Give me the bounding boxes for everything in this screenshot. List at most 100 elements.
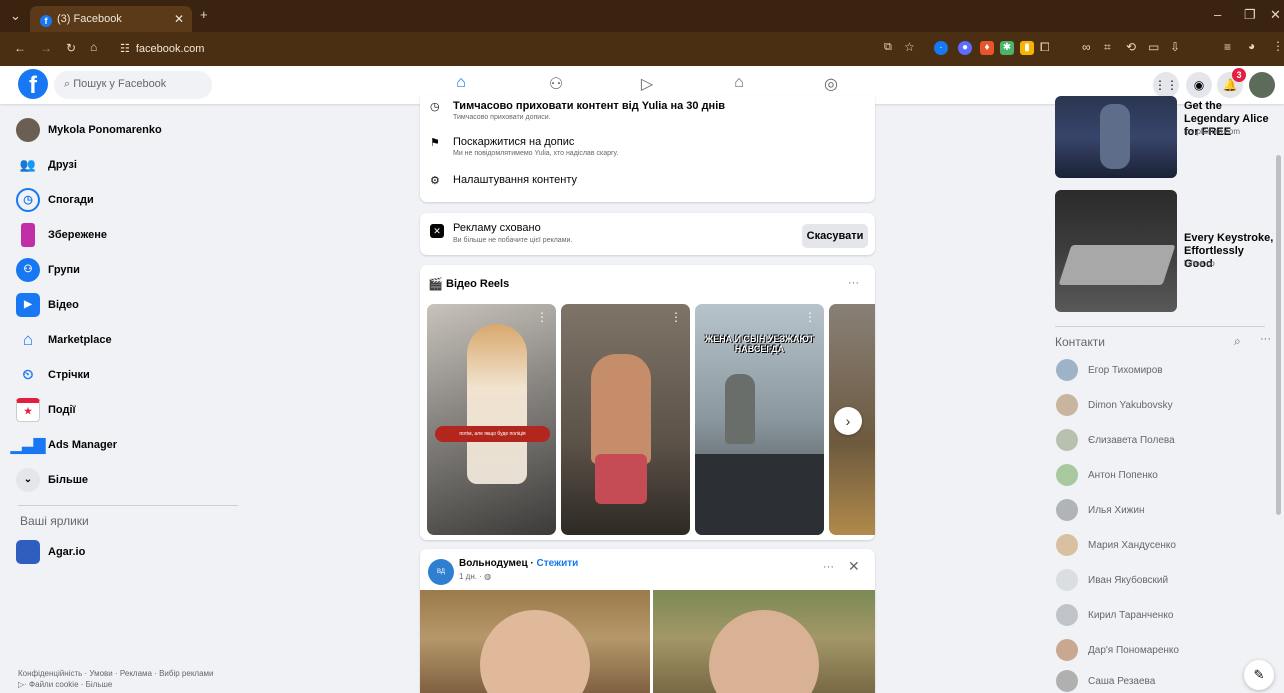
post-close-icon[interactable]: ✕ <box>848 558 860 575</box>
facebook-logo-icon[interactable]: f <box>18 69 48 99</box>
site-info-icon[interactable]: ☷ <box>120 43 130 55</box>
groups-icon: ⚇ <box>16 257 40 282</box>
new-tab-button[interactable]: + <box>200 7 208 22</box>
split-view-icon[interactable]: ▭ <box>1148 40 1159 54</box>
reel-more-icon[interactable]: ⋮ <box>670 310 682 324</box>
menu-item-content-settings[interactable]: ⚙ Налаштування контенту <box>430 174 577 187</box>
tab-groups[interactable]: ◎ <box>820 74 842 96</box>
sidebar-item-label: Події <box>48 403 76 416</box>
sidebar-item-memories[interactable]: ◷ Спогади <box>10 182 250 217</box>
sidebar-item-marketplace[interactable]: ⌂ Marketplace <box>10 322 250 357</box>
post-author-avatar[interactable]: ВД <box>428 559 454 585</box>
extension-puzzle-icon[interactable]: ✱ <box>1000 41 1014 55</box>
reels-more-icon[interactable]: ··· <box>848 277 859 289</box>
reel-item[interactable]: потім, але якщо буде поліція ⋮ <box>427 304 556 535</box>
sidebar-item-friends[interactable]: 👥 Друзі <box>10 147 250 182</box>
ads-manager-chart-icon: ▁▃▇ <box>10 436 46 454</box>
reel-caption: потім, але якщо буде поліція <box>435 426 550 442</box>
tab-video[interactable]: ▷ <box>636 74 658 96</box>
contact-item[interactable]: Иван Якубовский <box>1056 568 1168 592</box>
shortcut-agario[interactable]: Agar.io <box>10 534 250 569</box>
reel-item[interactable]: ⋮ <box>561 304 690 535</box>
tab-home[interactable]: ⌂ <box>450 74 472 96</box>
sidebar-item-profile[interactable]: Mykola Ponomarenko <box>10 112 250 147</box>
post-card: ВД Вольнодумец · Стежити 1 дн. · ◍ ··· ✕ <box>420 549 875 693</box>
extension-yellow-icon[interactable]: ▮ <box>1020 41 1034 55</box>
video-nav-icon: ▷ <box>640 76 654 93</box>
cancel-button[interactable]: Скасувати <box>802 224 868 248</box>
extension-fire-icon[interactable]: ♦ <box>980 41 994 55</box>
home-icon[interactable]: ⌂ <box>90 40 97 54</box>
sidebar-item-events[interactable]: ★ Події <box>10 392 250 427</box>
reel-item[interactable]: ЖЕНА И СЫН УЕЗЖАЮТ НАВСЕГДА ⋮ <box>695 304 824 535</box>
post-image-left[interactable] <box>420 590 650 693</box>
url-field[interactable]: ☷ facebook.com <box>112 38 872 60</box>
sponsored-ad[interactable]: Get the Legendary Alice for FREE lps.pla… <box>1055 96 1269 181</box>
menu-item-report[interactable]: ⚑ Поскаржитися на допис Ми не повідомлят… <box>430 136 618 157</box>
contacts-search-icon[interactable]: ⌕ <box>1234 334 1241 349</box>
contact-avatar <box>1056 464 1078 486</box>
tab-list-icon[interactable]: ⌄ <box>10 8 21 24</box>
browser-menu-icon[interactable]: ⋮ <box>1272 39 1284 53</box>
tab-marketplace[interactable]: ⌂ <box>728 74 750 96</box>
sidebar-item-label: Спогади <box>48 193 94 206</box>
close-tab-icon[interactable]: ✕ <box>174 12 184 26</box>
translate-icon[interactable]: ⌗ <box>1104 40 1111 55</box>
contact-item[interactable]: Саша Резаева <box>1056 669 1155 693</box>
reload-icon[interactable]: ↻ <box>66 41 76 55</box>
minimize-button[interactable]: – <box>1214 7 1221 22</box>
video-icon: ▶ <box>16 292 40 317</box>
post-author[interactable]: Вольнодумец <box>459 558 528 569</box>
footer-line-2[interactable]: · Файли cookie · Більше <box>24 680 112 689</box>
sidebar-item-groups[interactable]: ⚇ Групи <box>10 252 250 287</box>
account-avatar[interactable] <box>1249 72 1275 98</box>
restore-button[interactable]: ❐ <box>1244 7 1256 23</box>
reel-more-icon[interactable]: ⋮ <box>804 310 816 324</box>
new-message-button[interactable]: ✎ <box>1244 660 1274 690</box>
tab-friends[interactable]: ⚇ <box>545 74 567 96</box>
sidebar-item-feeds[interactable]: ⏲ Стрічки <box>10 357 250 392</box>
sidebar-item-video[interactable]: ▶ Відео <box>10 287 250 322</box>
history-icon[interactable]: ⟲ <box>1126 40 1136 54</box>
link-icon[interactable]: ∞ <box>1082 40 1091 54</box>
contact-item[interactable]: Илья Хижин <box>1056 498 1144 522</box>
browser-tab-facebook[interactable]: f (3) Facebook ✕ <box>30 6 192 32</box>
contact-item[interactable]: Дар'я Пономаренко <box>1056 638 1179 662</box>
contact-item[interactable]: Dimon Yakubovsky <box>1056 393 1173 417</box>
reel-more-icon[interactable]: ⋮ <box>536 310 548 324</box>
extensions-icon[interactable]: ⧠ <box>1040 40 1050 55</box>
menu-grid-icon[interactable]: ⋮⋮ <box>1153 72 1179 98</box>
sidebar-item-more[interactable]: ⌄ Більше <box>10 462 250 497</box>
reels-next-button[interactable]: › <box>834 407 862 435</box>
follow-link[interactable]: Стежити <box>537 558 579 569</box>
forward-icon[interactable]: → <box>40 41 52 55</box>
sponsored-ad[interactable]: Every Keystroke, Effortlessly Good lofre… <box>1055 190 1273 312</box>
reading-list-icon[interactable]: ≡ <box>1224 40 1231 54</box>
install-app-icon[interactable]: ⧉ <box>884 41 892 54</box>
contacts-more-icon[interactable]: ··· <box>1260 333 1271 345</box>
profile-icon[interactable]: ◕ <box>1248 39 1255 53</box>
sidebar-item-saved[interactable]: Збережене <box>10 217 250 252</box>
downloads-icon[interactable]: ⇩ <box>1170 40 1180 54</box>
extension-shield-icon[interactable]: ● <box>958 41 972 55</box>
post-image-right[interactable] <box>653 590 875 693</box>
messenger-icon[interactable]: ◉ <box>1186 72 1212 98</box>
contact-item[interactable]: Егор Тихомиров <box>1056 358 1163 382</box>
contact-name: Єлизавета Полева <box>1088 434 1175 446</box>
post-more-icon[interactable]: ··· <box>823 561 834 573</box>
close-window-button[interactable]: ✕ <box>1270 7 1281 23</box>
menu-item-snooze[interactable]: ◷ Тимчасово приховати контент від Yulia … <box>430 100 725 121</box>
sidebar-item-ads-manager[interactable]: ▁▃▇ Ads Manager <box>10 427 250 462</box>
contact-avatar <box>1056 569 1078 591</box>
contact-item[interactable]: Єлизавета Полева <box>1056 428 1175 452</box>
contact-item[interactable]: Антон Попенко <box>1056 463 1158 487</box>
post-time[interactable]: 1 дн. · <box>459 572 484 581</box>
contact-item[interactable]: Мария Хандусенко <box>1056 533 1176 557</box>
extension-blue-icon[interactable]: · <box>934 41 948 55</box>
search-input[interactable]: ⌕ Пошук у Facebook <box>54 71 212 99</box>
footer-line-1[interactable]: Конфіденційність · Умови · Реклама · Виб… <box>18 668 248 679</box>
page-scrollbar[interactable] <box>1276 155 1281 515</box>
back-icon[interactable]: ← <box>14 41 26 55</box>
bookmark-star-icon[interactable]: ☆ <box>904 40 915 54</box>
contact-item[interactable]: Кирил Таранченко <box>1056 603 1173 627</box>
